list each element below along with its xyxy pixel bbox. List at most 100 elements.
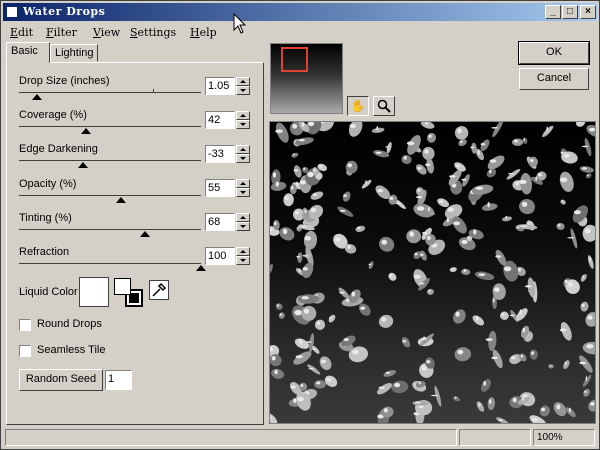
menu-edit[interactable]: Edit [10,26,33,39]
spin-down-icon[interactable] [236,120,250,129]
water-drop [278,312,285,319]
water-drop-highlight [568,281,573,288]
drop-size-spinner[interactable] [236,77,250,95]
refraction-slider[interactable] [19,263,206,271]
seamless-tile-label[interactable]: Seamless Tile [37,344,105,356]
spin-up-icon[interactable] [236,111,250,120]
water-drop-highlight [326,378,332,382]
water-drop-highlight [297,227,300,229]
coverage-input[interactable]: 42 [205,111,235,129]
water-drop-highlight [293,397,297,404]
water-drop-highlight [304,209,307,214]
water-drop-highlight [590,402,595,406]
tinting-input[interactable]: 68 [205,213,235,231]
tab-lighting[interactable]: Lighting [50,44,98,62]
menu-settings[interactable]: Settings [130,26,176,39]
spin-down-icon[interactable] [236,188,250,197]
hand-tool-button[interactable]: ✋ [347,96,369,116]
opacity-input[interactable]: 55 [205,179,235,197]
water-drop [314,319,326,330]
seamless-tile-checkbox[interactable] [19,345,31,357]
water-drop-highlight [402,340,407,343]
edge-darkening-thumb[interactable] [78,162,88,168]
menu-filter[interactable]: Filter [46,26,77,39]
water-drop-highlight [297,396,304,402]
water-drop-highlight [589,127,595,132]
spin-up-icon[interactable] [236,213,250,222]
eyedropper-icon[interactable] [149,280,169,300]
tab-basic[interactable]: Basic [6,42,50,63]
edge-darkening-input[interactable]: -33 [205,145,235,163]
water-drop-highlight [360,306,366,310]
water-drop-highlight [491,127,499,129]
water-drop-highlight [519,179,527,185]
refraction-thumb[interactable] [196,265,206,271]
spin-down-icon[interactable] [236,86,250,95]
maximize-button[interactable]: □ [562,5,578,19]
water-drop-highlight [587,315,593,320]
opacity-slider[interactable] [19,195,201,203]
navigator-thumbnail[interactable] [270,43,343,114]
water-drop-highlight [431,394,439,397]
water-drop-highlight [581,304,585,307]
spin-down-icon[interactable] [236,154,250,163]
cancel-button[interactable]: Cancel [519,68,589,90]
water-drop [452,396,461,402]
water-drop-highlight [418,381,421,385]
spin-up-icon[interactable] [236,179,250,188]
spin-down-icon[interactable] [236,222,250,231]
edge-darkening-slider[interactable] [19,160,201,168]
spin-up-icon[interactable] [236,77,250,86]
water-drop [378,314,394,328]
opacity-spinner[interactable] [236,179,250,197]
drop-size-slider[interactable] [19,89,201,100]
coverage-thumb[interactable] [81,128,91,134]
spin-down-icon[interactable] [236,256,250,265]
tinting-thumb[interactable] [140,231,150,237]
preview-image[interactable] [269,121,596,424]
water-drop [426,132,437,143]
opacity-thumb[interactable] [116,197,126,203]
close-button[interactable]: × [580,5,596,19]
minimize-button[interactable]: _ [545,5,561,19]
tinting-slider[interactable] [19,229,201,237]
water-drop-highlight [519,309,522,315]
water-drop-highlight [339,291,345,294]
coverage-slider[interactable] [19,126,201,134]
fg-bg-color-icon[interactable] [114,278,144,308]
round-drops-checkbox[interactable] [19,319,31,331]
drop-size-thumb[interactable] [32,94,42,100]
water-drop-highlight [389,274,393,277]
coverage-spinner[interactable] [236,111,250,129]
water-drop-highlight [568,407,571,413]
random-seed-button[interactable]: Random Seed [19,369,103,391]
menu-view[interactable]: View [93,26,120,39]
water-drop [391,380,409,394]
water-drop-highlight [298,138,305,142]
water-drop-highlight [513,139,518,143]
slider-tick [153,89,154,93]
water-drop-highlight [455,396,457,400]
random-seed-input[interactable]: 1 [105,370,132,390]
viewport-indicator[interactable] [281,47,308,72]
title-bar[interactable]: Water Drops _ □ × [3,3,597,21]
water-drop-highlight [567,237,575,239]
liquid-color-swatch[interactable] [79,277,109,307]
tinting-spinner[interactable] [236,213,250,231]
ok-button[interactable]: OK [518,41,590,65]
water-drop [368,261,374,269]
water-drop-highlight [282,228,288,235]
water-drop-highlight [377,189,384,193]
spin-up-icon[interactable] [236,247,250,256]
water-drop [377,382,392,395]
refraction-spinner[interactable] [236,247,250,265]
refraction-input[interactable]: 100 [205,247,235,265]
water-drop-highlight [385,371,391,374]
round-drops-label[interactable]: Round Drops [37,318,102,330]
menu-help[interactable]: Help [190,26,217,39]
drop-size-input[interactable]: 1.05 [205,77,235,95]
spin-up-icon[interactable] [236,145,250,154]
edge-darkening-spinner[interactable] [236,145,250,163]
zoom-tool-button[interactable] [373,96,395,116]
water-drop-highlight [422,231,428,235]
